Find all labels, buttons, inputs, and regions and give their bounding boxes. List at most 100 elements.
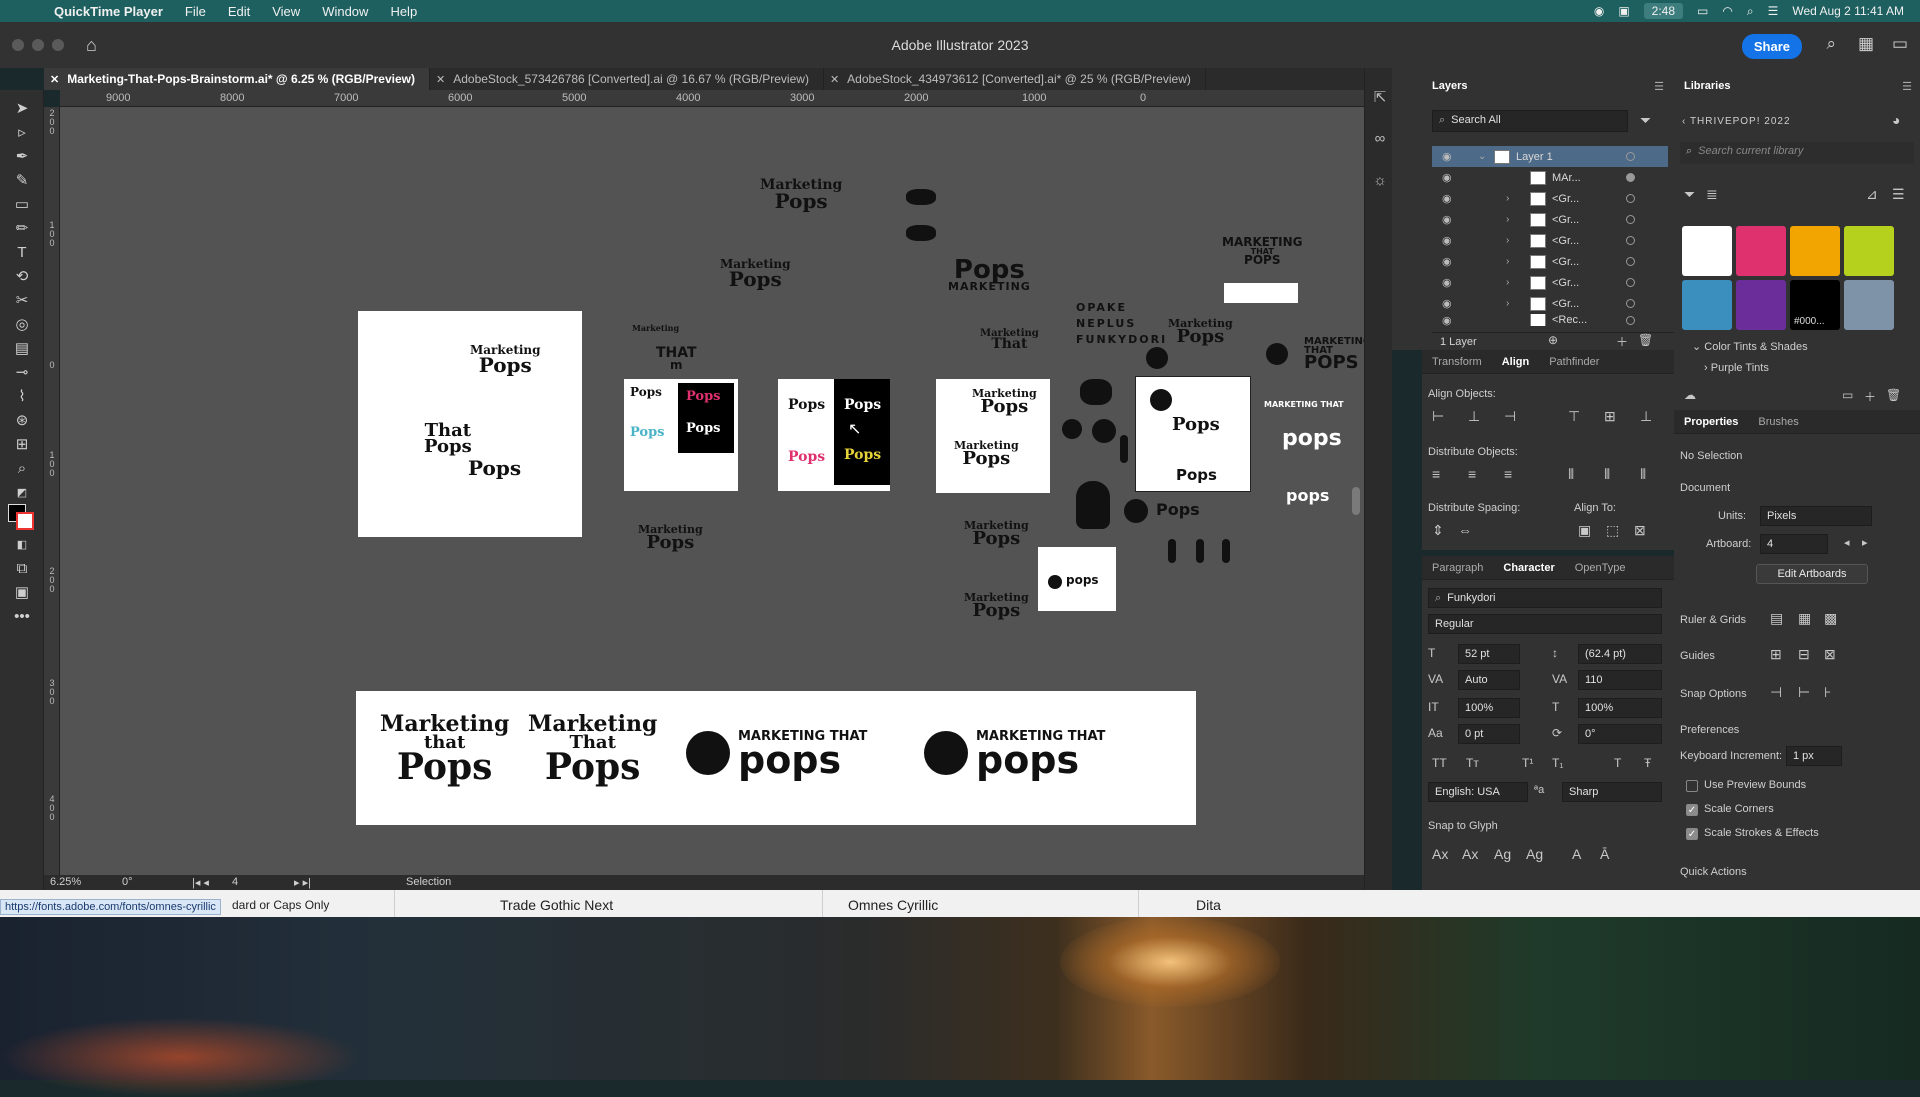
menu-view[interactable]: View xyxy=(272,4,300,19)
font-name[interactable]: Omnes Cyrillic xyxy=(848,897,938,913)
dark-swatch[interactable]: Pops Pops xyxy=(834,379,890,485)
next-artboard-icon[interactable]: ▸ xyxy=(1862,536,1868,549)
chevron-right-icon[interactable]: › xyxy=(1506,193,1509,204)
layer-row[interactable]: ◉ › <Gr... xyxy=(1432,209,1668,230)
tab-brainstorm[interactable]: ✕ Marketing-That-Pops-Brainstorm.ai* @ 6.… xyxy=(44,68,430,90)
artboard[interactable]: Marketing Pops Marketing Pops xyxy=(936,379,1050,493)
visibility-eye-icon[interactable]: ◉ xyxy=(1442,150,1452,163)
visibility-eye-icon[interactable]: ◉ xyxy=(1442,276,1452,289)
export-icon[interactable]: ⇱ xyxy=(1371,88,1389,106)
menu-app-name[interactable]: QuickTime Player xyxy=(54,4,163,19)
layer-row[interactable]: ◉ › <Gr... xyxy=(1432,251,1668,272)
exclaim-mark[interactable] xyxy=(1196,539,1204,563)
tab-align[interactable]: Align xyxy=(1492,356,1540,368)
add-icon[interactable]: ＋ xyxy=(1864,388,1876,405)
artboard[interactable]: Marketing Pops That Pops Pops xyxy=(358,311,582,537)
lock-guides-icon[interactable]: ⊟ xyxy=(1798,646,1810,663)
align-right-icon[interactable]: ⊣ xyxy=(1504,408,1516,425)
artboard[interactable]: Pops Pops Pops Pops xyxy=(778,379,890,491)
wifi-icon[interactable]: ◠ xyxy=(1722,4,1732,18)
minimize-window-button[interactable] xyxy=(32,39,44,51)
visibility-eye-icon[interactable]: ◉ xyxy=(1442,171,1452,184)
color-mode-icon[interactable]: ◧ xyxy=(10,534,34,556)
superscript-icon[interactable]: T¹ xyxy=(1522,756,1533,770)
selection-tool-icon[interactable]: ➤ xyxy=(10,98,34,120)
logo-white-pops[interactable]: MARKETING THAT xyxy=(1264,391,1344,409)
folder-icon[interactable]: ▭ xyxy=(1842,388,1853,402)
logo-sketch[interactable]: Marketing Pops xyxy=(972,388,1037,415)
anti-alias-select[interactable]: Sharp xyxy=(1562,782,1662,802)
logo-mark[interactable] xyxy=(1124,499,1148,523)
screen-mode-icon[interactable]: ▣ xyxy=(10,582,34,604)
appearance-icon[interactable]: ☼ xyxy=(1371,172,1389,190)
tab-pathfinder[interactable]: Pathfinder xyxy=(1539,356,1609,368)
tab-paragraph[interactable]: Paragraph xyxy=(1422,562,1493,574)
use-preview-bounds-checkbox[interactable] xyxy=(1686,780,1698,792)
logo-mark[interactable] xyxy=(906,189,936,205)
smart-guides-icon[interactable]: ⊠ xyxy=(1824,646,1836,663)
font-name[interactable]: Dita xyxy=(1196,897,1221,913)
rectangle-tool-icon[interactable]: ▭ xyxy=(10,194,34,216)
vertical-spacing-icon[interactable]: ⇕ xyxy=(1432,522,1444,539)
align-bottom-icon[interactable]: ⊥ xyxy=(1640,408,1652,425)
snap-angular-icon[interactable]: A xyxy=(1572,846,1581,862)
view-list-icon[interactable]: ☰ xyxy=(1892,186,1905,203)
menu-window[interactable]: Window xyxy=(322,4,368,19)
libraries-title[interactable]: Libraries xyxy=(1674,80,1740,92)
snap-to-glyph-icon[interactable]: ⊦ xyxy=(1824,684,1831,701)
zoom-tool-icon[interactable]: ⌕ xyxy=(10,458,34,480)
layer-row[interactable]: ◉ › <Gr... xyxy=(1432,293,1668,314)
logo-sketch[interactable]: Marketing Pops xyxy=(470,344,541,375)
type-tool-icon[interactable]: T xyxy=(10,242,34,264)
view-grid-icon[interactable]: ⊿ xyxy=(1866,186,1878,203)
tracking-input[interactable]: 110 xyxy=(1578,670,1662,690)
direct-selection-tool-icon[interactable]: ▹ xyxy=(10,122,34,144)
align-vcenter-icon[interactable]: ⊞ xyxy=(1604,408,1616,425)
color-swatch[interactable] xyxy=(1736,280,1786,330)
exclaim-mark[interactable] xyxy=(1222,539,1230,563)
banner-logo-4[interactable]: MARKETING THAT pops xyxy=(976,730,1105,779)
delete-layer-icon[interactable]: 🗑 xyxy=(1638,333,1653,347)
tab-opentype[interactable]: OpenType xyxy=(1565,562,1636,574)
font-family-select[interactable]: ⌕ Funkydori xyxy=(1428,588,1662,608)
align-to-artboard-icon[interactable]: ▣ xyxy=(1578,522,1591,539)
kerning-input[interactable]: Auto xyxy=(1458,670,1520,690)
logo-pops-wordmark[interactable]: Pops MARKETING xyxy=(948,257,1031,293)
visibility-eye-icon[interactable]: ◉ xyxy=(1442,192,1452,205)
logo-white-pops[interactable]: pops xyxy=(1282,428,1342,450)
layers-search-input[interactable]: ⌕ Search All xyxy=(1432,110,1628,132)
battery-icon[interactable]: ▭ xyxy=(1697,4,1708,18)
spotlight-icon[interactable]: ⌕ xyxy=(1747,4,1754,19)
gradient-tool-icon[interactable]: ▤ xyxy=(10,338,34,360)
baseline-shift-input[interactable]: 0 pt xyxy=(1458,724,1520,744)
logo-mtp-wordmark[interactable]: MARKETINGTHATPOPS xyxy=(1304,337,1364,372)
align-top-icon[interactable]: ⊤ xyxy=(1568,408,1580,425)
banner-artboard[interactable]: Marketing that Pops Marketing That Pops MARK… xyxy=(356,691,1196,825)
exclaim-mark[interactable] xyxy=(1120,435,1128,463)
distribute-hcenter-icon[interactable]: ⦀ xyxy=(1604,466,1610,483)
color-swatch[interactable] xyxy=(1736,226,1786,276)
target-icon[interactable] xyxy=(1626,278,1635,287)
font-name[interactable]: Trade Gothic Next xyxy=(500,897,613,913)
grid-icon[interactable]: ▦ xyxy=(1798,610,1811,627)
workspace-icon[interactable]: ▦ xyxy=(1858,34,1874,54)
show-guides-icon[interactable]: ⊞ xyxy=(1770,646,1782,663)
tab-stock-573426786[interactable]: ✕ AdobeStock_573426786 [Converted].ai @ 1… xyxy=(430,68,824,90)
panel-menu-icon[interactable]: ☰ xyxy=(1902,80,1912,93)
library-search-input[interactable]: ⌕ Search current library xyxy=(1680,142,1914,164)
color-swatch[interactable] xyxy=(1844,226,1894,276)
edit-toolbar-icon[interactable]: ••• xyxy=(10,606,34,628)
target-icon[interactable] xyxy=(1626,257,1635,266)
logo-sketch[interactable]: Marketing Pops xyxy=(954,440,1019,467)
logo-sketch[interactable]: Pops xyxy=(468,458,521,478)
align-to-key-object-icon[interactable]: ⊠ xyxy=(1634,522,1646,539)
logo-that[interactable]: THAT m xyxy=(656,346,697,370)
target-icon[interactable] xyxy=(1626,215,1635,224)
vertical-scrollbar[interactable] xyxy=(1352,487,1360,515)
zoom-level[interactable]: 6.25% xyxy=(50,876,81,888)
rulers-icon[interactable]: ▤ xyxy=(1770,610,1783,627)
target-icon[interactable] xyxy=(1626,173,1635,182)
logo-sketch[interactable]: Pops xyxy=(788,398,825,412)
align-to-selection-icon[interactable]: ⬚ xyxy=(1606,522,1619,539)
filter-icon[interactable]: ⏷ xyxy=(1640,112,1651,129)
